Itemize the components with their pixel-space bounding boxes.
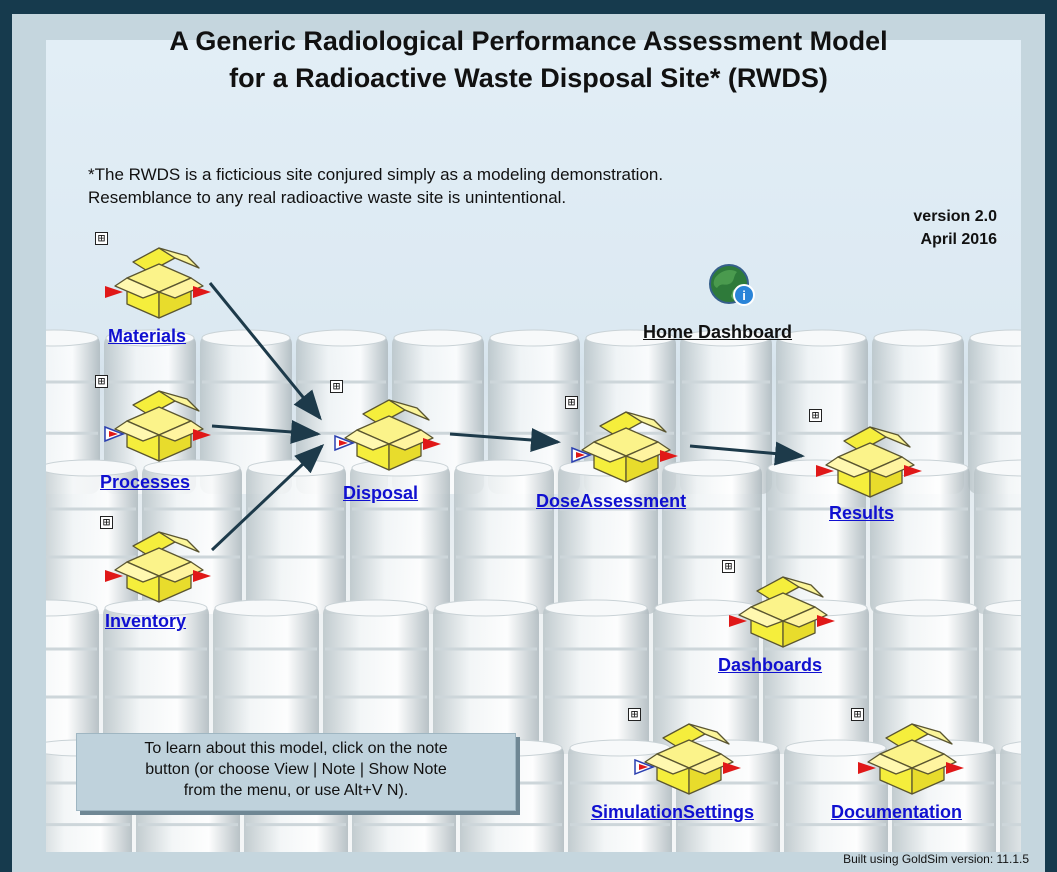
container-box-icon	[334, 399, 441, 471]
note-line-1: To learn about this model, click on the …	[144, 740, 448, 757]
container-materials[interactable]: ⊞ Materials	[95, 232, 225, 372]
container-label-doseassessment[interactable]: DoseAssessment	[536, 491, 686, 512]
container-box-icon	[104, 390, 211, 462]
container-simulationsettings[interactable]: ⊞ SimulationSettings	[591, 708, 758, 848]
container-box-icon	[634, 723, 741, 795]
container-label-disposal[interactable]: Disposal	[343, 483, 418, 504]
container-label-dashboards[interactable]: Dashboards	[718, 655, 822, 676]
home-dashboard-link[interactable]: i Home Dashboard	[640, 262, 820, 352]
globe-info-icon[interactable]: i	[707, 262, 757, 308]
note-box[interactable]: To learn about this model, click on the …	[76, 733, 516, 811]
home-dashboard-label[interactable]: Home Dashboard	[643, 322, 792, 343]
container-label-inventory[interactable]: Inventory	[105, 611, 186, 632]
container-label-documentation[interactable]: Documentation	[831, 802, 962, 823]
container-results[interactable]: ⊞ Results	[809, 409, 939, 549]
container-dashboards[interactable]: ⊞ Dashboards	[718, 560, 852, 700]
container-box-icon	[858, 723, 964, 795]
container-box-icon	[105, 247, 211, 319]
container-processes[interactable]: ⊞ Processes	[95, 375, 225, 515]
built-using-text: Built using GoldSim version: 11.1.5	[843, 852, 1029, 866]
arrow-disposal-doseassessment	[449, 428, 561, 452]
arrow-doseassessment-results	[689, 441, 805, 466]
container-box-icon	[729, 576, 835, 648]
svg-text:i: i	[742, 288, 746, 303]
container-disposal[interactable]: ⊞ Disposal	[330, 380, 460, 520]
container-box-icon	[105, 531, 211, 603]
container-box-icon	[571, 411, 678, 483]
container-documentation[interactable]: ⊞ Documentation	[831, 708, 981, 848]
container-label-materials[interactable]: Materials	[108, 326, 186, 347]
container-inventory[interactable]: ⊞ Inventory	[100, 516, 230, 656]
arrow-materials-disposal	[208, 282, 322, 421]
container-label-processes[interactable]: Processes	[100, 472, 190, 493]
container-label-simulationsettings[interactable]: SimulationSettings	[591, 802, 754, 823]
note-line-2: button (or choose View | Note | Show Not…	[145, 761, 447, 778]
container-box-icon	[816, 426, 922, 498]
container-label-results[interactable]: Results	[829, 503, 894, 524]
note-line-3: from the menu, or use Alt+V N).	[183, 782, 409, 799]
arrow-processes-disposal	[211, 420, 321, 444]
container-doseassessment[interactable]: ⊞ DoseAssessment	[536, 396, 695, 536]
